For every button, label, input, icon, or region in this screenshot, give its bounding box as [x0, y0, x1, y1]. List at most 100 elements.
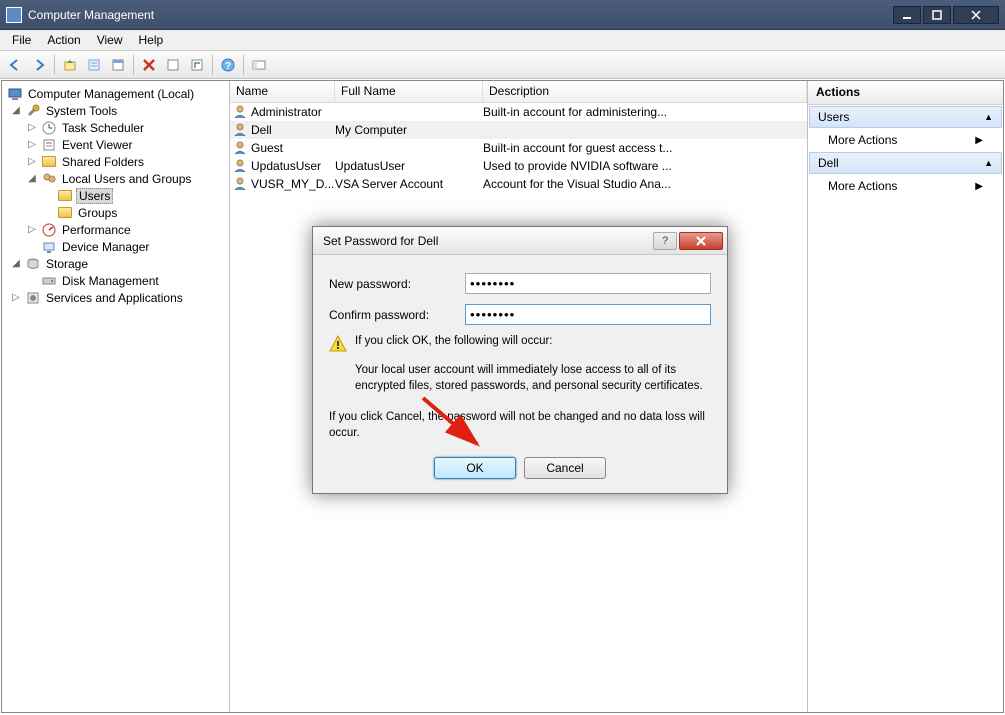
- svg-text:?: ?: [225, 61, 231, 72]
- tree-users[interactable]: Users: [76, 188, 113, 204]
- folder-icon: [57, 188, 73, 204]
- tree-task-scheduler[interactable]: Task Scheduler: [60, 121, 146, 135]
- actions-panel: Actions Users▲ More Actions▶ Dell▲ More …: [807, 81, 1003, 712]
- tree-disk-management[interactable]: Disk Management: [60, 274, 161, 288]
- expand-icon[interactable]: ▷: [26, 224, 38, 235]
- dialog-help-button[interactable]: ?: [653, 232, 677, 250]
- user-icon: [232, 158, 248, 174]
- properties-button[interactable]: [83, 54, 105, 76]
- close-button[interactable]: [953, 6, 999, 24]
- collapse-icon[interactable]: ◢: [26, 173, 38, 184]
- tree-performance[interactable]: Performance: [60, 223, 133, 237]
- up-button[interactable]: [59, 54, 81, 76]
- cell-name: Administrator: [251, 105, 335, 119]
- view-button[interactable]: [248, 54, 270, 76]
- help-button[interactable]: ?: [217, 54, 239, 76]
- expand-icon[interactable]: ▷: [26, 122, 38, 133]
- toolbar: ?: [0, 51, 1005, 79]
- tree-device-manager[interactable]: Device Manager: [60, 240, 151, 254]
- cancel-button[interactable]: Cancel: [524, 457, 606, 479]
- device-icon: [41, 239, 57, 255]
- submenu-icon: ▶: [975, 135, 983, 146]
- tree-groups[interactable]: Groups: [76, 206, 119, 220]
- user-icon: [232, 122, 248, 138]
- refresh-button[interactable]: [107, 54, 129, 76]
- forward-button[interactable]: [28, 54, 50, 76]
- dialog-title: Set Password for Dell: [323, 234, 651, 248]
- cell-name: Guest: [251, 141, 335, 155]
- maximize-button[interactable]: [923, 6, 951, 24]
- dialog-titlebar[interactable]: Set Password for Dell ?: [313, 227, 727, 255]
- user-icon: [232, 104, 248, 120]
- actions-section-users[interactable]: Users▲: [809, 106, 1002, 128]
- confirm-password-label: Confirm password:: [329, 308, 465, 322]
- folder-icon: [57, 205, 73, 221]
- col-description[interactable]: Description: [483, 81, 807, 102]
- tools-icon: [25, 103, 41, 119]
- warning-body: Your local user account will immediately…: [355, 363, 711, 394]
- expand-icon[interactable]: ▷: [26, 139, 38, 150]
- disk-icon: [41, 273, 57, 289]
- collapse-icon[interactable]: ◢: [10, 105, 22, 116]
- window-title: Computer Management: [28, 8, 893, 22]
- app-icon: [6, 7, 22, 23]
- expand-icon[interactable]: ▷: [10, 292, 22, 303]
- performance-icon: [41, 222, 57, 238]
- window-titlebar: Computer Management: [0, 0, 1005, 30]
- cell-full-name: UpdatusUser: [335, 159, 483, 173]
- tree-root[interactable]: Computer Management (Local): [26, 87, 196, 101]
- menu-file[interactable]: File: [4, 31, 39, 49]
- new-password-input[interactable]: [465, 273, 711, 294]
- cell-description: Used to provide NVIDIA software ...: [483, 159, 807, 173]
- cell-full-name: VSA Server Account: [335, 177, 483, 191]
- tree-local-users[interactable]: Local Users and Groups: [60, 172, 193, 186]
- export-button[interactable]: [162, 54, 184, 76]
- col-full-name[interactable]: Full Name: [335, 81, 483, 102]
- collapse-icon: ▲: [984, 112, 993, 122]
- user-row[interactable]: UpdatusUser UpdatusUser Used to provide …: [230, 157, 807, 175]
- cell-name: Dell: [251, 123, 335, 137]
- tree-services-apps[interactable]: Services and Applications: [44, 291, 185, 305]
- services-icon: [25, 290, 41, 306]
- warning-icon: [329, 335, 347, 353]
- dialog-close-button[interactable]: [679, 232, 723, 250]
- menu-action[interactable]: Action: [39, 31, 88, 49]
- user-row[interactable]: Administrator Built-in account for admin…: [230, 103, 807, 121]
- tree-storage[interactable]: Storage: [44, 257, 90, 271]
- tree-event-viewer[interactable]: Event Viewer: [60, 138, 134, 152]
- refresh2-button[interactable]: [186, 54, 208, 76]
- actions-more-users[interactable]: More Actions▶: [808, 129, 1003, 151]
- cell-description: Built-in account for guest access t...: [483, 141, 807, 155]
- list-header: Name Full Name Description: [230, 81, 807, 103]
- new-password-label: New password:: [329, 277, 465, 291]
- cell-name: VUSR_MY_D...: [251, 177, 335, 191]
- user-row[interactable]: VUSR_MY_D... VSA Server Account Account …: [230, 175, 807, 193]
- clock-icon: [41, 120, 57, 136]
- tree-shared-folders[interactable]: Shared Folders: [60, 155, 146, 169]
- actions-header: Actions: [808, 81, 1003, 105]
- col-name[interactable]: Name: [230, 81, 335, 102]
- menu-help[interactable]: Help: [131, 31, 172, 49]
- tree-panel[interactable]: Computer Management (Local) ◢ System Tool…: [2, 81, 230, 712]
- actions-more-dell[interactable]: More Actions▶: [808, 175, 1003, 197]
- actions-section-dell[interactable]: Dell▲: [809, 152, 1002, 174]
- warning-heading: If you click OK, the following will occu…: [355, 335, 553, 353]
- menu-view[interactable]: View: [89, 31, 131, 49]
- confirm-password-input[interactable]: [465, 304, 711, 325]
- menu-bar: File Action View Help: [0, 30, 1005, 51]
- set-password-dialog: Set Password for Dell ? New password: Co…: [312, 226, 728, 494]
- collapse-icon[interactable]: ◢: [10, 258, 22, 269]
- back-button[interactable]: [4, 54, 26, 76]
- ok-button[interactable]: OK: [434, 457, 516, 479]
- minimize-button[interactable]: [893, 6, 921, 24]
- tree-system-tools[interactable]: System Tools: [44, 104, 119, 118]
- shared-folder-icon: [41, 154, 57, 170]
- cell-full-name: My Computer: [335, 123, 483, 137]
- user-row[interactable]: Guest Built-in account for guest access …: [230, 139, 807, 157]
- event-icon: [41, 137, 57, 153]
- expand-icon[interactable]: ▷: [26, 156, 38, 167]
- user-icon: [232, 140, 248, 156]
- delete-button[interactable]: [138, 54, 160, 76]
- user-row[interactable]: Dell My Computer: [230, 121, 807, 139]
- cell-description: Built-in account for administering...: [483, 105, 807, 119]
